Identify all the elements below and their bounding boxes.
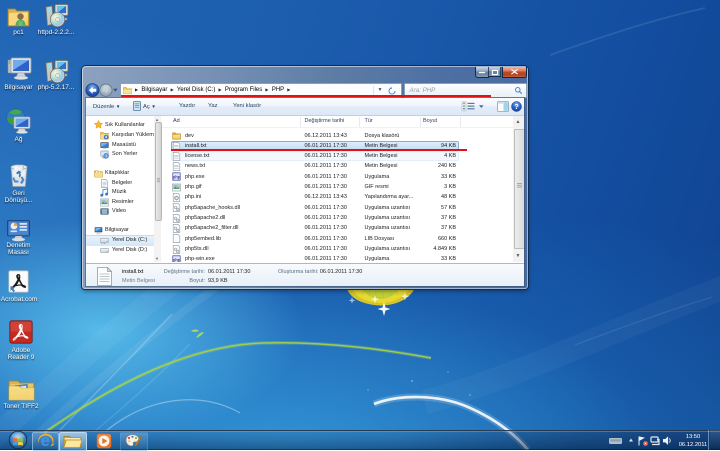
- svg-text:?: ?: [514, 104, 518, 111]
